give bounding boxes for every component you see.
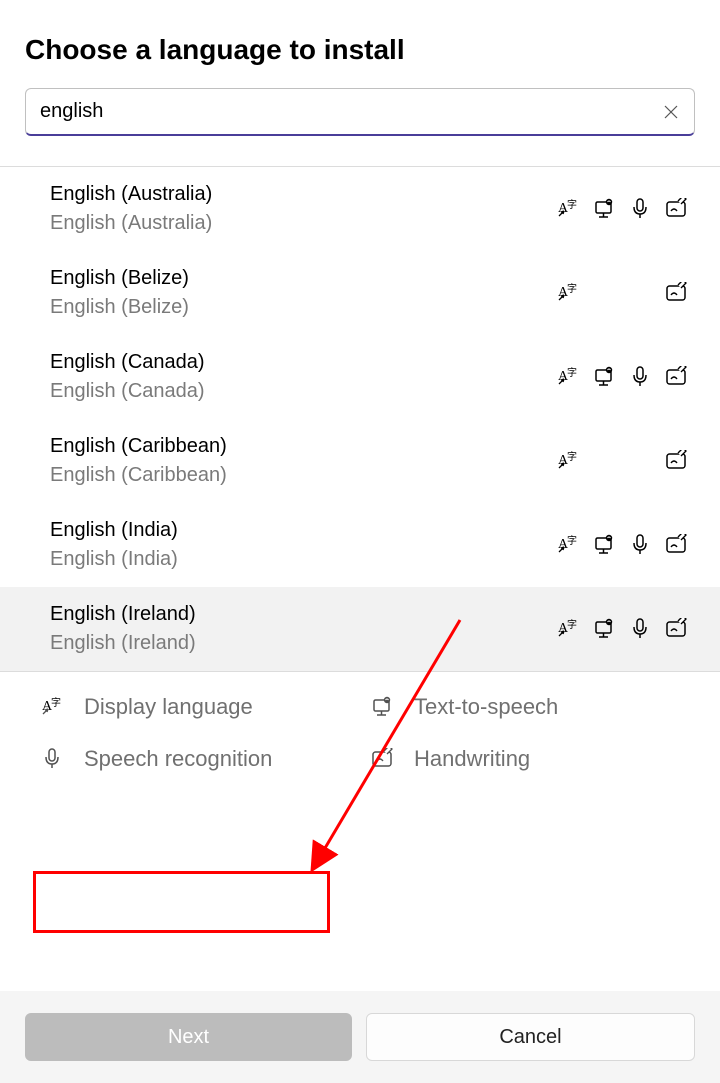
legend-text-to-speech: Text-to-speech xyxy=(370,694,680,720)
language-name: English (Caribbean) xyxy=(50,435,227,458)
language-item[interactable]: English (Belize) English (Belize) xyxy=(0,251,720,335)
tts-icon xyxy=(592,198,618,220)
legend-label: Speech recognition xyxy=(84,746,272,772)
language-name: English (Ireland) xyxy=(50,603,196,626)
cancel-button[interactable]: Cancel xyxy=(366,1013,695,1061)
dialog-title: Choose a language to install xyxy=(25,34,695,66)
speech-icon xyxy=(628,366,654,388)
tts-icon xyxy=(592,534,618,556)
feature-icons xyxy=(542,450,690,472)
legend-handwriting: Handwriting xyxy=(370,746,680,772)
language-item[interactable]: English (Caribbean) English (Caribbean) xyxy=(0,419,720,503)
legend-display-language: Display language xyxy=(40,694,350,720)
language-item[interactable]: English (India) English (India) xyxy=(0,503,720,587)
clear-search-icon[interactable] xyxy=(661,102,681,122)
handwriting-icon xyxy=(664,618,690,640)
display-icon xyxy=(556,366,582,388)
language-name: English (India) xyxy=(50,519,178,542)
handwriting-icon xyxy=(664,450,690,472)
display-icon xyxy=(556,534,582,556)
legend-label: Handwriting xyxy=(414,746,530,772)
language-name: English (Canada) xyxy=(50,351,205,374)
language-item[interactable]: English (Australia) English (Australia) xyxy=(0,167,720,251)
display-icon xyxy=(556,450,582,472)
handwriting-icon xyxy=(664,198,690,220)
display-icon xyxy=(556,198,582,220)
handwriting-icon xyxy=(664,282,690,304)
handwriting-icon xyxy=(664,366,690,388)
language-native-name: English (Ireland) xyxy=(50,632,196,655)
tts-icon xyxy=(592,618,618,640)
text-to-speech-icon xyxy=(370,696,396,718)
language-native-name: English (Caribbean) xyxy=(50,464,227,487)
feature-icons xyxy=(542,198,690,220)
feature-icons xyxy=(542,282,690,304)
legend-label: Text-to-speech xyxy=(414,694,558,720)
legend-speech-recognition: Speech recognition xyxy=(40,746,350,772)
language-native-name: English (Australia) xyxy=(50,212,212,235)
display-icon xyxy=(556,618,582,640)
next-button[interactable]: Next xyxy=(25,1013,352,1061)
display-language-icon xyxy=(40,696,66,718)
tts-icon xyxy=(592,366,618,388)
speech-icon xyxy=(628,198,654,220)
speech-recognition-icon xyxy=(40,748,66,770)
language-search-input[interactable] xyxy=(25,88,695,136)
feature-legend: Display language Text-to-speech Speech r… xyxy=(0,671,720,794)
feature-icons xyxy=(542,618,690,640)
language-name: English (Australia) xyxy=(50,183,212,206)
dialog-footer: Next Cancel xyxy=(0,991,720,1083)
language-native-name: English (India) xyxy=(50,548,178,571)
annotation-highlight xyxy=(33,871,330,933)
feature-icons xyxy=(542,534,690,556)
language-item[interactable]: English (Ireland) English (Ireland) xyxy=(0,587,720,671)
handwriting-icon xyxy=(370,748,396,770)
language-native-name: English (Belize) xyxy=(50,296,189,319)
feature-icons xyxy=(542,366,690,388)
display-icon xyxy=(556,282,582,304)
language-item[interactable]: English (Canada) English (Canada) xyxy=(0,335,720,419)
speech-icon xyxy=(628,618,654,640)
language-name: English (Belize) xyxy=(50,267,189,290)
language-list: English (Australia)English (Australia)En… xyxy=(0,167,720,671)
handwriting-icon xyxy=(664,534,690,556)
legend-label: Display language xyxy=(84,694,253,720)
speech-icon xyxy=(628,534,654,556)
language-native-name: English (Canada) xyxy=(50,380,205,403)
